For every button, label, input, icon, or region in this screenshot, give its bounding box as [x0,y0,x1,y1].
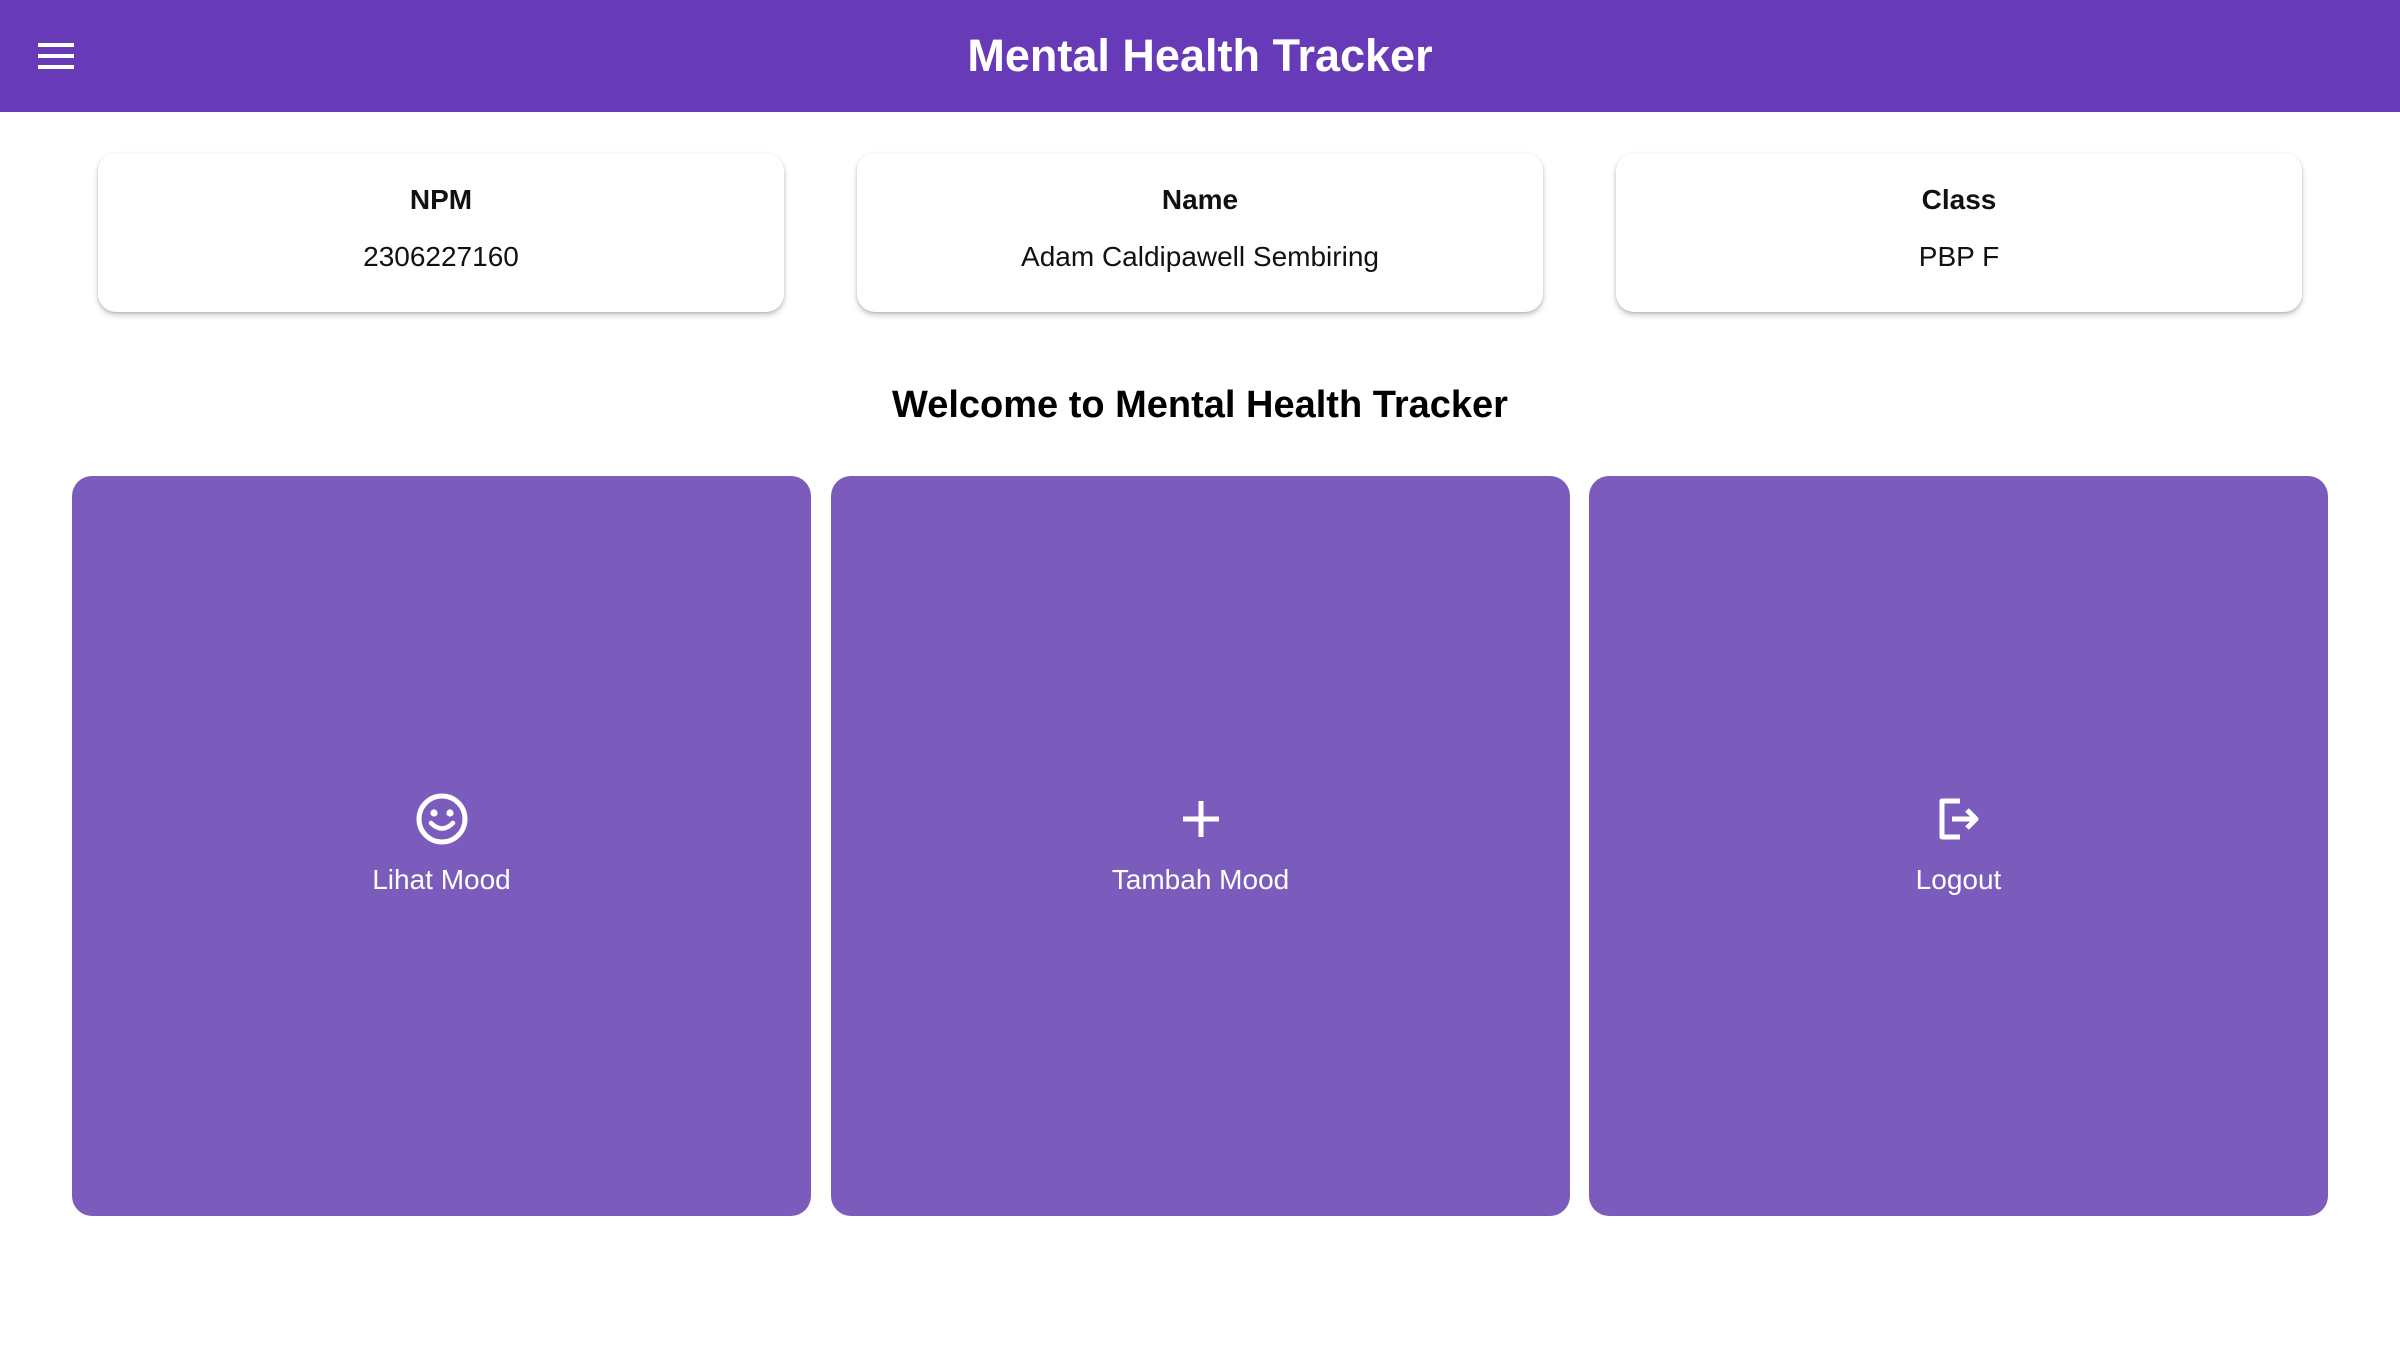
name-label: Name [1161,184,1239,215]
tambah-mood-button[interactable]: Tambah Mood [831,476,1570,1216]
class-label: Class [1921,184,1997,215]
name-card: Name Adam Caldipawell Sembiring [857,153,1543,312]
lihat-mood-label: Lihat Mood [372,864,511,895]
npm-label: NPM [409,184,473,215]
app-bar: Mental Health Tracker [0,0,2400,112]
lihat-mood-button[interactable]: Lihat Mood [72,476,811,1216]
plus-icon [1182,801,1219,837]
npm-value: 2306227160 [363,241,519,272]
npm-card: NPM 2306227160 [98,153,784,312]
smiley-icon [416,793,467,845]
logout-icon [1939,798,1978,840]
welcome-heading: Welcome to Mental Health Tracker [892,384,1508,426]
logout-button[interactable]: Logout [1589,476,2328,1216]
tambah-mood-label: Tambah Mood [1111,864,1290,895]
logout-label: Logout [1915,864,2002,895]
app-title: Mental Health Tracker [967,30,1433,81]
class-value: PBP F [1918,241,2000,272]
class-card: Class PBP F [1616,153,2302,312]
menu-icon [38,43,74,69]
menu-button[interactable] [24,24,88,88]
name-value: Adam Caldipawell Sembiring [1021,241,1379,272]
